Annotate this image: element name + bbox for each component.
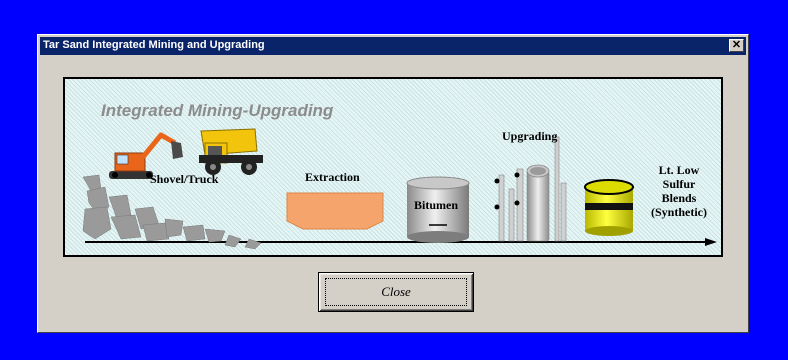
- window-close-button[interactable]: ✕: [729, 39, 744, 52]
- close-button[interactable]: Close: [318, 272, 474, 312]
- process-diagram: Integrated Mining-Upgrading Shovel/Truck…: [63, 77, 723, 257]
- label-extraction: Extraction: [305, 170, 360, 184]
- upgrader-tower-icon: [494, 136, 567, 242]
- window-title: Tar Sand Integrated Mining and Upgrading: [43, 39, 265, 51]
- title-bar[interactable]: Tar Sand Integrated Mining and Upgrading…: [40, 37, 746, 55]
- product-drum-icon: [584, 179, 634, 236]
- label-product: Lt. Low Sulfur Blends (Synthetic): [639, 163, 719, 219]
- label-shovel-truck: Shovel/Truck: [150, 172, 219, 186]
- dump-truck-icon: [199, 128, 263, 175]
- diagram-title: Integrated Mining-Upgrading: [101, 101, 334, 120]
- label-bitumen: Bitumen: [414, 198, 459, 212]
- label-product-line-3: Blends: [661, 191, 697, 205]
- label-product-line-4: (Synthetic): [651, 205, 707, 219]
- dialog-window: Tar Sand Integrated Mining and Upgrading…: [37, 34, 749, 333]
- extraction-vessel-icon: [286, 192, 384, 230]
- focus-rectangle: [325, 278, 467, 306]
- label-upgrading: Upgrading: [502, 129, 558, 143]
- close-icon: ✕: [731, 39, 742, 51]
- label-product-line-1: Lt. Low: [658, 163, 700, 177]
- label-product-line-2: Sulfur: [662, 177, 696, 191]
- flow-arrow-icon: [705, 238, 717, 246]
